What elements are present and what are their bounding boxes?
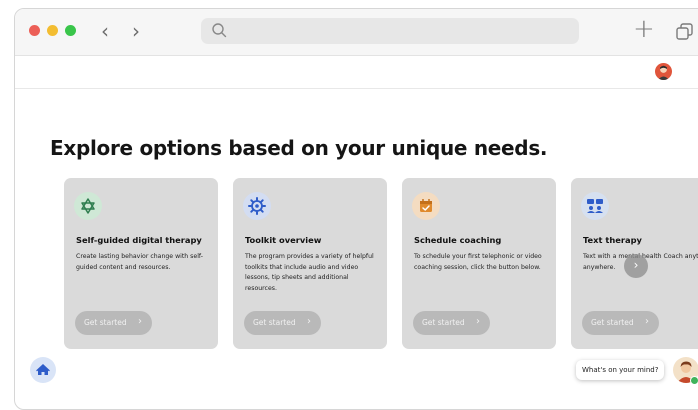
gear-icon [248,197,266,215]
chat-people-icon [587,199,603,213]
get-started-button[interactable]: Get started › [582,311,659,335]
button-label: Get started [84,318,127,327]
home-button[interactable] [30,357,56,383]
home-icon [36,364,50,375]
chevron-right-icon: › [307,316,311,327]
close-window-button[interactable] [29,25,40,36]
person-icon [658,65,669,80]
chevron-right-icon: › [138,316,142,327]
card-title: Schedule coaching [414,235,502,245]
chevron-right-icon: › [645,316,649,327]
maximize-window-button[interactable] [65,25,76,36]
address-bar[interactable] [201,18,579,44]
get-started-button[interactable]: Get started › [244,311,321,335]
card-description: Create lasting behavior change with self… [76,253,203,271]
minimize-window-button[interactable] [47,25,58,36]
app-header [15,56,698,89]
card-icon-badge [581,192,609,220]
get-started-button[interactable]: Get started › [75,311,152,335]
search-icon [212,23,227,38]
chat-prompt-bubble[interactable]: What's on your mind? [576,360,665,380]
card-schedule-coaching[interactable]: Schedule coaching To schedule your first… [402,178,556,349]
spinner-star-icon [81,198,95,214]
chevron-right-icon: › [633,258,639,272]
chevron-right-icon[interactable]: › [132,19,140,43]
chevron-right-icon: › [476,316,480,327]
button-label: Get started [422,318,465,327]
chevron-left-icon[interactable]: ‹ [101,19,109,43]
get-started-button[interactable]: Get started › [413,311,490,335]
calendar-check-icon [420,199,432,212]
card-description: The program provides a variety of helpfu… [245,253,374,292]
browser-toolbar: ‹ › + [15,9,698,56]
carousel-next-button[interactable]: › [624,254,648,278]
page-title: Explore options based on your unique nee… [50,136,548,160]
tabs-overview-icon[interactable] [675,22,695,42]
card-icon-badge [243,192,271,220]
card-title: Self-guided digital therapy [76,235,202,245]
button-label: Get started [591,318,634,327]
card-toolkit-overview[interactable]: Toolkit overview The program provides a … [233,178,387,349]
card-icon-badge [412,192,440,220]
card-icon-badge [74,192,102,220]
chat-prompt-text: What's on your mind? [582,366,659,374]
card-title: Toolkit overview [245,235,322,245]
card-description: To schedule your first telephonic or vid… [414,253,542,271]
user-avatar[interactable] [655,63,672,80]
button-label: Get started [253,318,296,327]
card-title: Text therapy [583,235,642,245]
online-status-indicator [690,376,698,385]
plus-icon[interactable]: + [633,14,655,44]
card-self-guided-therapy[interactable]: Self-guided digital therapy Create lasti… [64,178,218,349]
